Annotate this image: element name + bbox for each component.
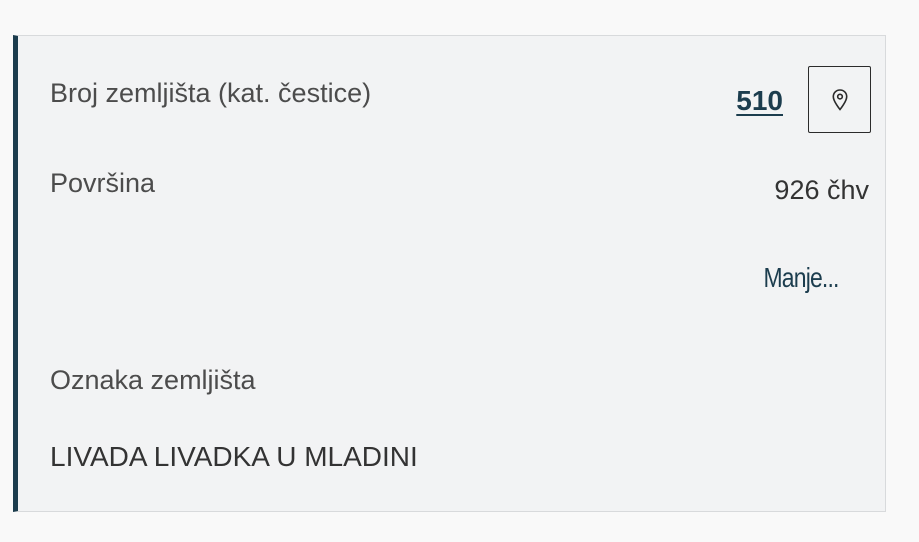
- land-parcel-card: Broj zemljišta (kat. čestice) 510 Površi…: [13, 35, 886, 512]
- parcel-number-link[interactable]: 510: [736, 84, 783, 118]
- area-label: Površina: [50, 168, 156, 198]
- parcel-number-label: Broj zemljišta (kat. čestice): [50, 78, 372, 108]
- show-less-link[interactable]: Manje...: [764, 261, 840, 295]
- land-designation-label: Oznaka zemljišta: [50, 365, 256, 395]
- area-value: 926 čhv: [774, 175, 869, 205]
- map-pin-icon: [831, 88, 848, 111]
- land-designation-value: LIVADA LIVADKA U MLADINI: [50, 441, 418, 472]
- show-on-map-button[interactable]: [808, 66, 871, 133]
